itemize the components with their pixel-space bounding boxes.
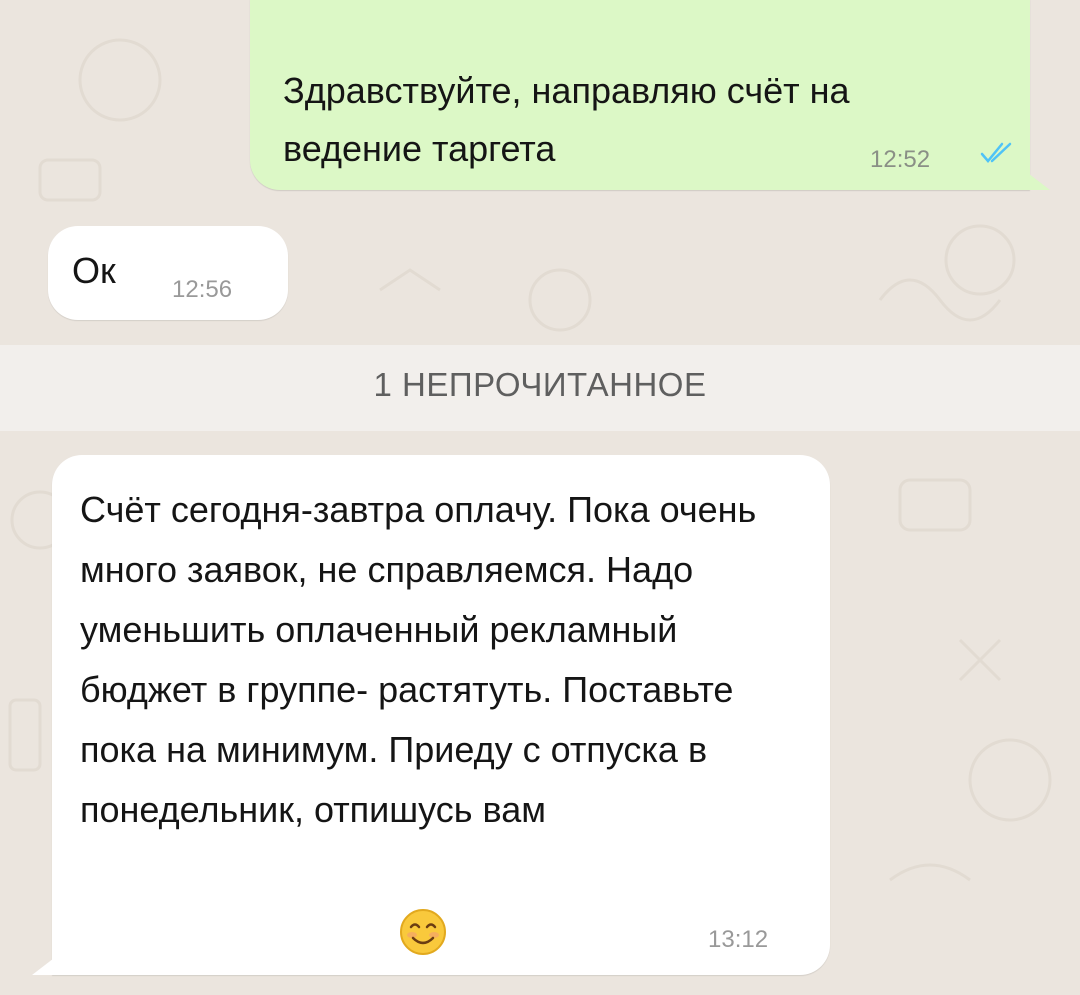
incoming-message-text: Счёт сегодня-завтра оплачу. Пока очень м… bbox=[80, 489, 757, 830]
incoming-message-text: Ок bbox=[72, 250, 116, 291]
double-check-read-icon bbox=[980, 140, 1014, 171]
bubble-tail bbox=[1024, 170, 1050, 190]
bubble-tail bbox=[32, 955, 58, 975]
unread-divider-label: 1 НЕПРОЧИТАННОЕ bbox=[373, 366, 707, 403]
incoming-message-time: 12:56 bbox=[172, 276, 233, 303]
incoming-message-time: 13:12 bbox=[708, 926, 769, 953]
smiling-face-emoji-icon bbox=[398, 907, 448, 962]
outgoing-message-time: 12:52 bbox=[870, 146, 931, 173]
